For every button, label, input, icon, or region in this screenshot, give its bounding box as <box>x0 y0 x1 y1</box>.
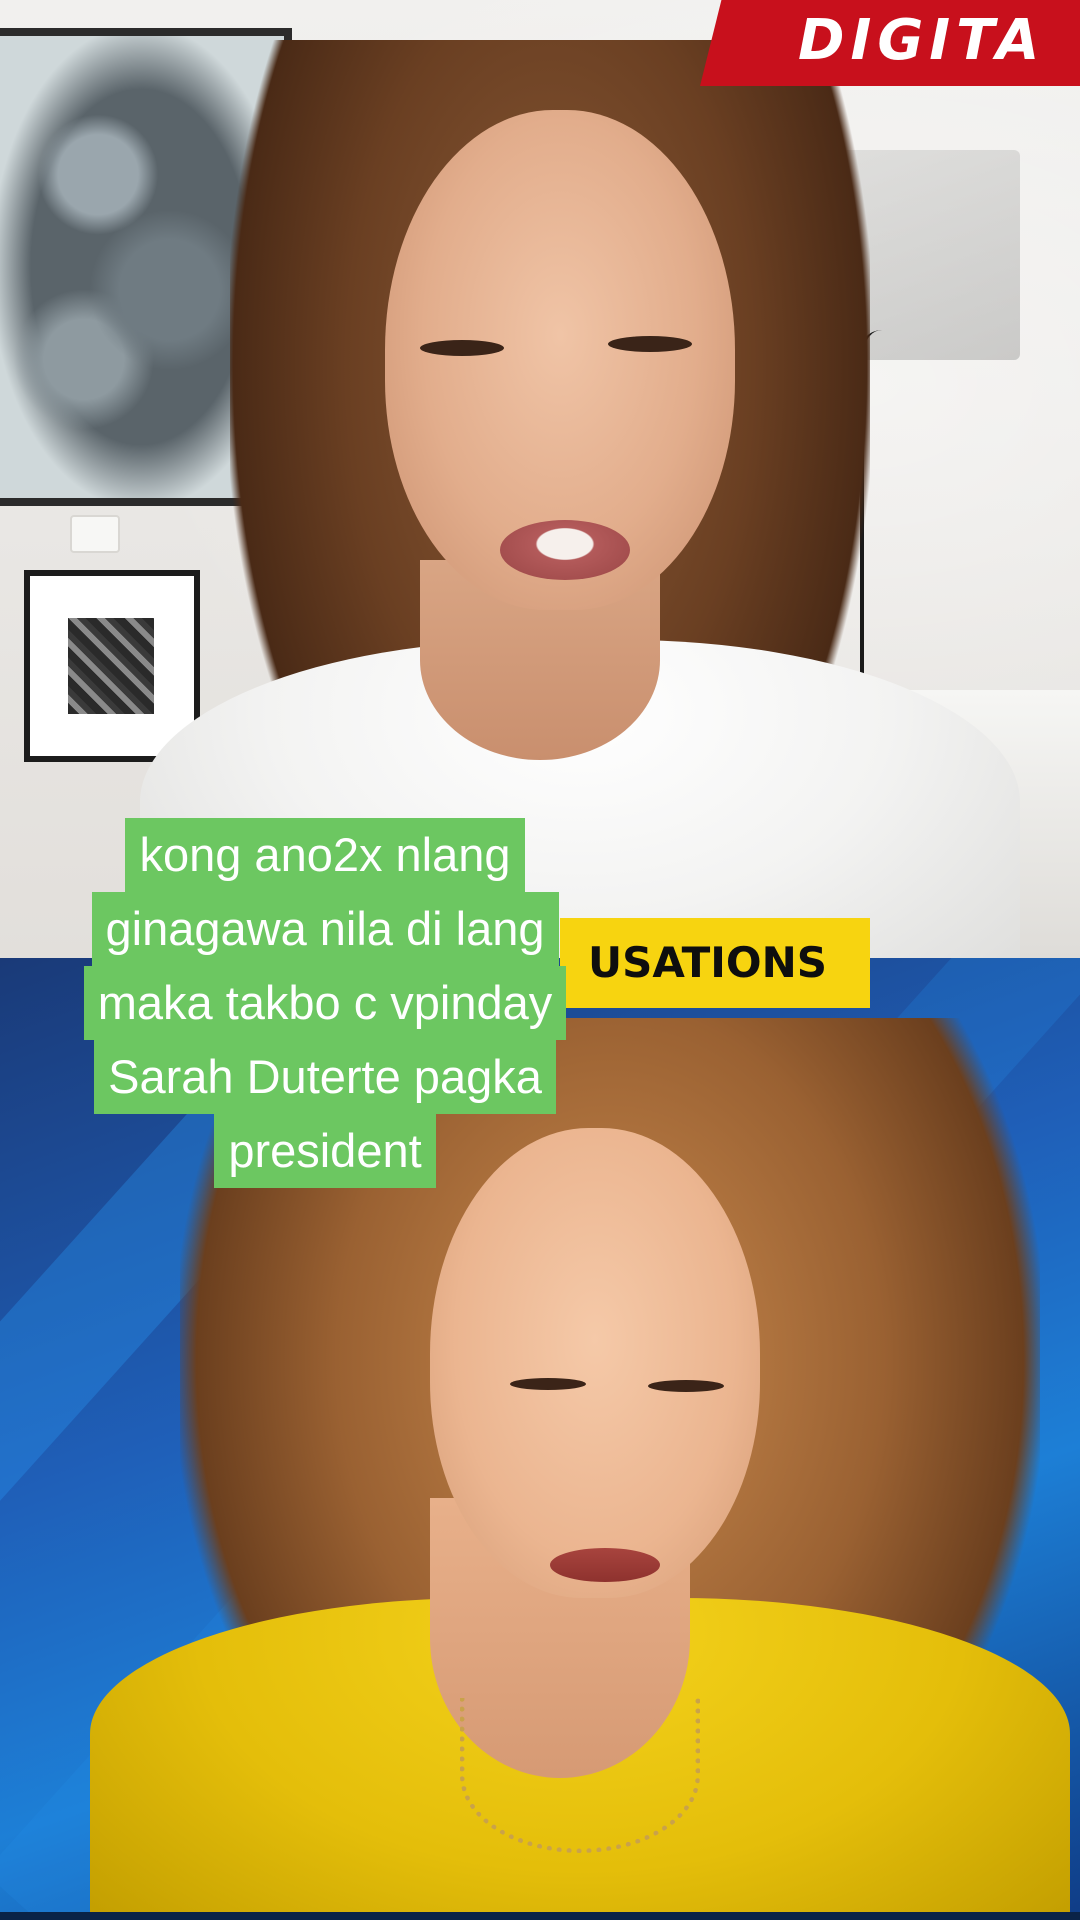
small-picture <box>68 618 154 714</box>
bottom-edge-bar <box>0 1912 1080 1920</box>
caption-line: maka takbo c vpinday <box>83 966 567 1040</box>
speaker-one-right-eye <box>608 336 692 352</box>
speaker-two-left-eye <box>510 1378 586 1390</box>
speaker-two-face <box>430 1128 760 1598</box>
small-picture-frame <box>24 570 200 762</box>
caption-overlay: kong ano2x nlang ginagawa nila di lang m… <box>30 818 620 1188</box>
top-video-panel: DIGITA <box>0 0 1080 958</box>
caption-line: ginagawa nila di lang <box>91 892 559 966</box>
speaker-two-right-eye <box>648 1380 724 1392</box>
speaker-one-left-eye <box>420 340 504 356</box>
lower-third-text: USATIONS <box>588 938 827 987</box>
speaker-two-mouth <box>550 1548 660 1582</box>
video-frame: DIGITA USATIONS kong ano2x nlang ginagaw… <box>0 0 1080 1920</box>
channel-banner-text: DIGITA <box>798 8 1046 73</box>
caption-line: Sarah Duterte pagka <box>94 1040 556 1114</box>
speaker-one-mouth <box>500 520 630 580</box>
caption-line: president <box>214 1114 436 1188</box>
thermostat <box>70 515 120 553</box>
speaker-two-necklace <box>460 1698 700 1853</box>
caption-line: kong ano2x nlang <box>125 818 525 892</box>
